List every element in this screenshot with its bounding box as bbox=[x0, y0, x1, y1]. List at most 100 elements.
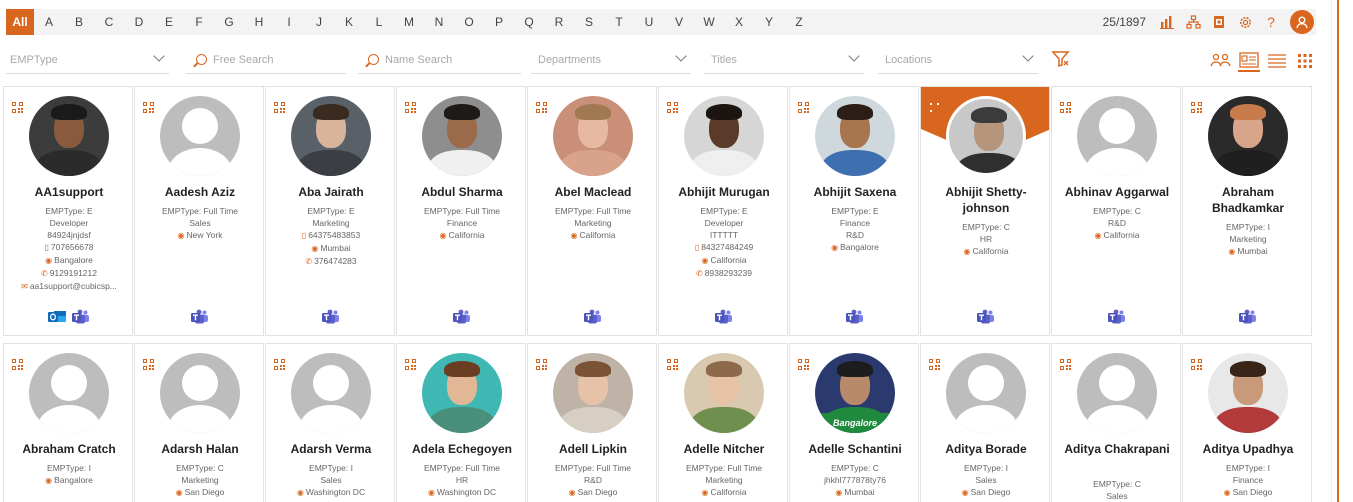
employee-card[interactable]: Abhinav Aggarwal EMPType: C R&D ◉ California bbox=[1051, 86, 1181, 336]
scrollbar[interactable] bbox=[1331, 0, 1353, 502]
letter-filter-j[interactable]: J bbox=[304, 9, 334, 35]
emptype-dropdown[interactable]: EMPType bbox=[6, 46, 169, 74]
letter-filter-m[interactable]: M bbox=[394, 9, 424, 35]
employee-card[interactable]: Aadesh Aziz EMPType: Full Time Sales ◉ New Y… bbox=[134, 86, 264, 336]
qr-code-icon[interactable] bbox=[536, 357, 547, 370]
teams-icon[interactable] bbox=[322, 309, 340, 325]
letter-filter-c[interactable]: C bbox=[94, 9, 124, 35]
qr-code-icon[interactable] bbox=[12, 357, 23, 370]
letter-filter-e[interactable]: E bbox=[154, 9, 184, 35]
employee-card[interactable]: Abdul Sharma EMPType: Full Time Finance ◉ Ca… bbox=[396, 86, 526, 336]
employee-card[interactable]: Abraham Bhadkamkar EMPType: I Marketing ◉ Mu… bbox=[1182, 86, 1312, 336]
teams-icon[interactable] bbox=[584, 309, 602, 325]
export-icon[interactable] bbox=[1206, 9, 1232, 35]
help-icon[interactable]: ? bbox=[1258, 9, 1284, 35]
qr-code-icon[interactable] bbox=[1060, 357, 1071, 370]
settings-icon[interactable] bbox=[1232, 9, 1258, 35]
qr-code-icon[interactable] bbox=[143, 100, 154, 113]
letter-filter-a[interactable]: A bbox=[34, 9, 64, 35]
employee-name[interactable]: Adarsh Halan bbox=[139, 441, 261, 457]
employee-name[interactable]: Abhijit Murugan bbox=[663, 184, 785, 200]
employee-card[interactable]: Abhijit Murugan EMPType: E Developer ITTTTT… bbox=[658, 86, 788, 336]
letter-filter-u[interactable]: U bbox=[634, 9, 664, 35]
employee-card[interactable]: Adelle Nitcher EMPType: Full Time Marketin… bbox=[658, 343, 788, 502]
teams-icon[interactable] bbox=[72, 309, 90, 325]
employee-name[interactable]: Aba Jairath bbox=[270, 184, 392, 200]
letter-filter-y[interactable]: Y bbox=[754, 9, 784, 35]
employee-name[interactable]: Aadesh Aziz bbox=[139, 184, 261, 200]
letter-filter-all[interactable]: All bbox=[6, 9, 34, 35]
employee-name[interactable]: Adarsh Verma bbox=[270, 441, 392, 457]
letter-filter-l[interactable]: L bbox=[364, 9, 394, 35]
card-tel-line[interactable]: ✆ 9129191212 bbox=[8, 267, 130, 280]
employee-name[interactable]: Abhijit Shetty-johnson bbox=[925, 184, 1047, 216]
employee-card[interactable]: Aba Jairath EMPType: E Marketing ▯ 643754838… bbox=[265, 86, 395, 336]
card-phone-line[interactable]: ▯ 707656678 bbox=[8, 241, 130, 254]
letter-filter-h[interactable]: H bbox=[244, 9, 274, 35]
departments-dropdown[interactable]: Departments bbox=[531, 46, 691, 74]
employee-card[interactable]: Aditya ChakrapaniEMPType: CSales◉San Die… bbox=[1051, 343, 1181, 502]
letter-filter-n[interactable]: N bbox=[424, 9, 454, 35]
qr-code-icon[interactable] bbox=[405, 357, 416, 370]
clear-filter-icon[interactable] bbox=[1051, 49, 1071, 69]
qr-code-icon[interactable] bbox=[405, 100, 416, 113]
employee-name[interactable]: Abraham Cratch bbox=[8, 441, 130, 457]
grid-view-icon[interactable] bbox=[1294, 50, 1316, 72]
card-mail-line[interactable]: ✉ aa1support@cubicsp... bbox=[8, 280, 130, 293]
locations-dropdown[interactable]: Locations bbox=[878, 46, 1038, 74]
employee-card[interactable]: Abel Maclead EMPType: Full Time Marketing ◉… bbox=[527, 86, 657, 336]
employee-name[interactable]: Abel Maclead bbox=[532, 184, 654, 200]
free-search-input[interactable]: Free Search bbox=[186, 46, 346, 74]
qr-code-icon[interactable] bbox=[929, 357, 940, 370]
employee-name[interactable]: Abdul Sharma bbox=[401, 184, 523, 200]
employee-name[interactable]: AA1support bbox=[8, 184, 130, 200]
letter-filter-i[interactable]: I bbox=[274, 9, 304, 35]
qr-code-icon[interactable] bbox=[1060, 100, 1071, 113]
letter-filter-g[interactable]: G bbox=[214, 9, 244, 35]
teams-icon[interactable] bbox=[715, 309, 733, 325]
qr-code-icon[interactable] bbox=[274, 357, 285, 370]
employee-name[interactable]: Adelle Nitcher bbox=[663, 441, 785, 457]
titles-dropdown[interactable]: Titles bbox=[704, 46, 864, 74]
employee-name[interactable]: Abraham Bhadkamkar bbox=[1187, 184, 1309, 216]
card-view-icon[interactable] bbox=[1238, 50, 1260, 72]
employee-card[interactable]: Adarsh Halan EMPType: C Marketing ◉ San Dieg… bbox=[134, 343, 264, 502]
teams-icon[interactable] bbox=[453, 309, 471, 325]
employee-card[interactable]: AA1support EMPType: E Developer 84924jnjdsf… bbox=[3, 86, 133, 336]
letter-filter-b[interactable]: B bbox=[64, 9, 94, 35]
qr-code-icon[interactable] bbox=[12, 100, 23, 113]
card-phone-line[interactable]: ▯ 64375483853 bbox=[270, 229, 392, 242]
qr-code-icon[interactable] bbox=[798, 357, 809, 370]
qr-code-icon[interactable] bbox=[536, 100, 547, 113]
employee-name[interactable]: Aditya Chakrapani bbox=[1056, 441, 1178, 457]
qr-code-icon[interactable] bbox=[667, 100, 678, 113]
list-view-icon[interactable] bbox=[1266, 50, 1288, 72]
employee-name[interactable]: Adell Lipkin bbox=[532, 441, 654, 457]
letter-filter-p[interactable]: P bbox=[484, 9, 514, 35]
employee-card[interactable]: Abhijit Saxena EMPType: E Finance R&D ◉ Banga… bbox=[789, 86, 919, 336]
outlook-icon[interactable] bbox=[48, 309, 66, 325]
letter-filter-q[interactable]: Q bbox=[514, 9, 544, 35]
letter-filter-d[interactable]: D bbox=[124, 9, 154, 35]
letter-filter-k[interactable]: K bbox=[334, 9, 364, 35]
employee-card[interactable]: Abraham Cratch EMPType: I ◉ Bangalore bbox=[3, 343, 133, 502]
qr-code-icon[interactable] bbox=[1191, 357, 1202, 370]
card-phone-line[interactable]: ▯ 84327484249 bbox=[663, 241, 785, 254]
teams-icon[interactable] bbox=[191, 309, 209, 325]
employee-card[interactable]: Aditya Borade EMPType: I Sales ◉ San Diego bbox=[920, 343, 1050, 502]
letter-filter-o[interactable]: O bbox=[454, 9, 484, 35]
teams-icon[interactable] bbox=[977, 309, 995, 325]
teams-icon[interactable] bbox=[846, 309, 864, 325]
letter-filter-s[interactable]: S bbox=[574, 9, 604, 35]
employee-card[interactable]: Aditya Upadhya EMPType: I Finance ◉ San Dieg… bbox=[1182, 343, 1312, 502]
bar-chart-icon[interactable] bbox=[1154, 9, 1180, 35]
employee-name[interactable]: Aditya Borade bbox=[925, 441, 1047, 457]
letter-filter-v[interactable]: V bbox=[664, 9, 694, 35]
letter-filter-t[interactable]: T bbox=[604, 9, 634, 35]
user-avatar-icon[interactable] bbox=[1290, 10, 1314, 34]
employee-name[interactable]: Abhinav Aggarwal bbox=[1056, 184, 1178, 200]
employee-card[interactable]: Bangalore Adelle Schantini EMPType: C jhkhl… bbox=[789, 343, 919, 502]
employee-name[interactable]: Adela Echegoyen bbox=[401, 441, 523, 457]
employee-card[interactable]: Adell Lipkin EMPType: Full Time R&D ◉ San Di… bbox=[527, 343, 657, 502]
card-tel-line[interactable]: ✆ 8938293239 bbox=[663, 267, 785, 280]
